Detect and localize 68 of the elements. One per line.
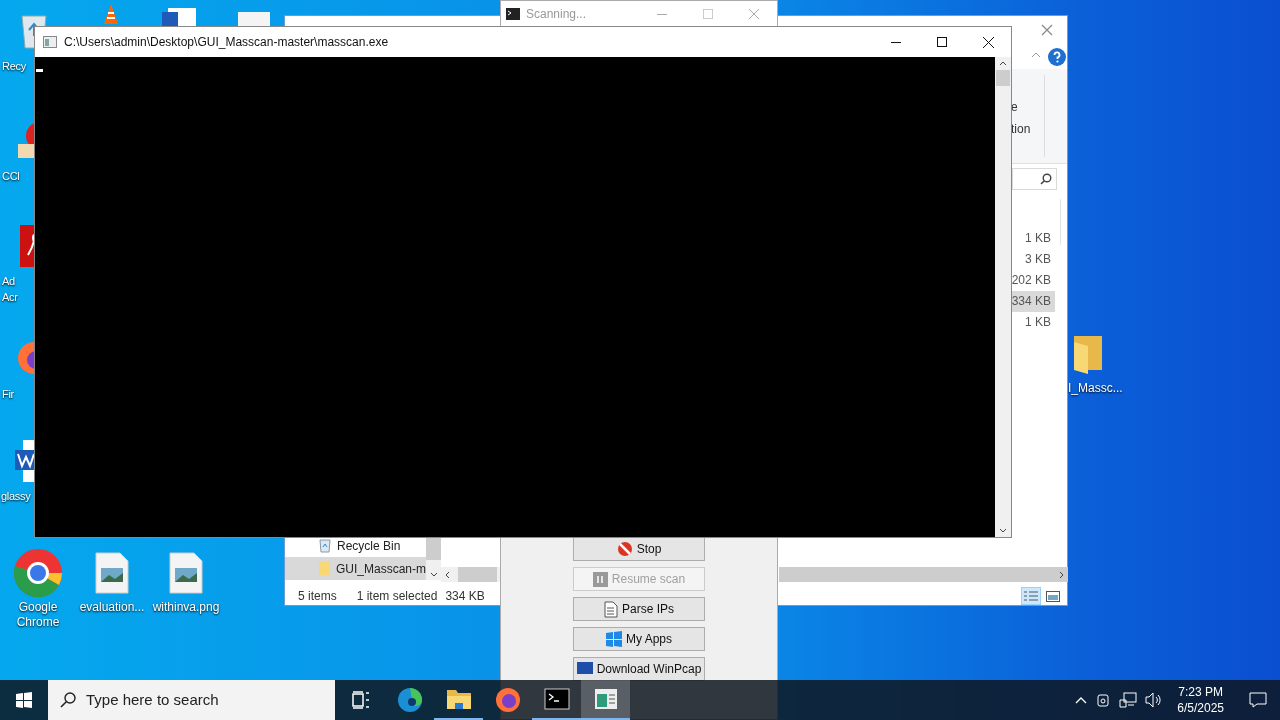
item-count: 5 items <box>298 588 337 604</box>
notification-icon <box>1249 692 1267 708</box>
scrollbar[interactable] <box>441 567 501 582</box>
terminal-icon <box>543 688 570 710</box>
scroll-down-icon[interactable] <box>999 528 1007 533</box>
search-icon <box>1040 173 1052 185</box>
scrollbar[interactable] <box>995 57 1011 537</box>
action-button[interactable]: Parse IPs <box>573 597 705 621</box>
nav-item[interactable]: Recycle Bin <box>285 534 426 557</box>
minimize-icon <box>891 41 901 43</box>
taskbar-button[interactable] <box>581 680 630 720</box>
selection-info: 1 item selected <box>356 588 438 604</box>
minimize-icon <box>657 13 667 15</box>
thumbnail-icon <box>1046 590 1060 602</box>
maximize-icon <box>703 9 713 19</box>
scroll-left-icon[interactable] <box>445 570 450 579</box>
file-size-cell-text: 1 KB <box>1024 230 1052 247</box>
help-icon[interactable] <box>1048 48 1066 66</box>
file-size-cell-text: 3 KB <box>1024 251 1052 268</box>
chevron-up-icon[interactable] <box>1075 696 1088 704</box>
scroll-right-icon[interactable] <box>1059 570 1064 579</box>
selection-size: 334 KB <box>445 588 485 604</box>
scroll-up-icon[interactable] <box>999 61 1007 66</box>
windows-icon <box>16 692 32 708</box>
action-button[interactable]: Stop <box>573 537 705 561</box>
close-icon <box>1041 24 1053 36</box>
close-icon <box>982 36 994 48</box>
action-button[interactable]: Download WinPcap <box>573 657 705 681</box>
document-icon <box>604 600 618 618</box>
stop-icon <box>616 541 633 557</box>
recycle-bin-icon <box>319 538 331 553</box>
device-icon[interactable] <box>1095 692 1112 708</box>
scroll-down-icon[interactable] <box>429 572 438 577</box>
monitor-icon <box>576 662 593 676</box>
console-icon <box>43 36 57 48</box>
edge-icon <box>396 687 423 713</box>
search-icon <box>60 692 76 708</box>
ribbon-label: e <box>1011 99 1019 115</box>
task-view-icon <box>350 691 371 709</box>
network-icon[interactable] <box>1119 692 1138 708</box>
close-icon <box>749 9 759 19</box>
firefox-icon <box>494 687 521 713</box>
chrome-icon <box>13 548 63 598</box>
search-field[interactable]: Type here to search <box>48 680 335 720</box>
clock[interactable]: 7:23 PM 6/5/2025 <box>1171 684 1230 716</box>
file-size-cell-text: 202 KB <box>1010 272 1052 289</box>
file-size-cell-text: 1 KB <box>1024 314 1052 331</box>
folder-icon <box>319 561 330 576</box>
image-file-icon <box>169 552 203 594</box>
terminal-icon <box>506 8 520 20</box>
app-window-icon <box>593 688 618 710</box>
windows-icon <box>606 631 622 647</box>
window-title: Scanning... <box>526 6 587 22</box>
image-file-icon <box>95 552 129 594</box>
collapse-ribbon-icon[interactable] <box>1031 52 1041 58</box>
list-icon <box>1024 590 1038 602</box>
desktop-icon-label[interactable]: I_Massc... <box>1068 380 1123 396</box>
folder-icon <box>445 688 472 710</box>
nav-item[interactable]: GUI_Masscan-m <box>285 557 426 580</box>
search-field[interactable] <box>1012 168 1057 190</box>
action-button[interactable]: My Apps <box>573 627 705 651</box>
scrollbar[interactable] <box>779 567 1068 582</box>
pause-icon <box>592 571 608 587</box>
scroll-thumb[interactable] <box>996 70 1010 86</box>
maximize-icon <box>937 37 947 47</box>
volume-icon[interactable] <box>1145 692 1164 708</box>
ribbon-label: tion <box>1011 121 1031 137</box>
window-title: C:\Users\admin\Desktop\GUI_Masscan-master\masscan.exe <box>64 34 389 50</box>
